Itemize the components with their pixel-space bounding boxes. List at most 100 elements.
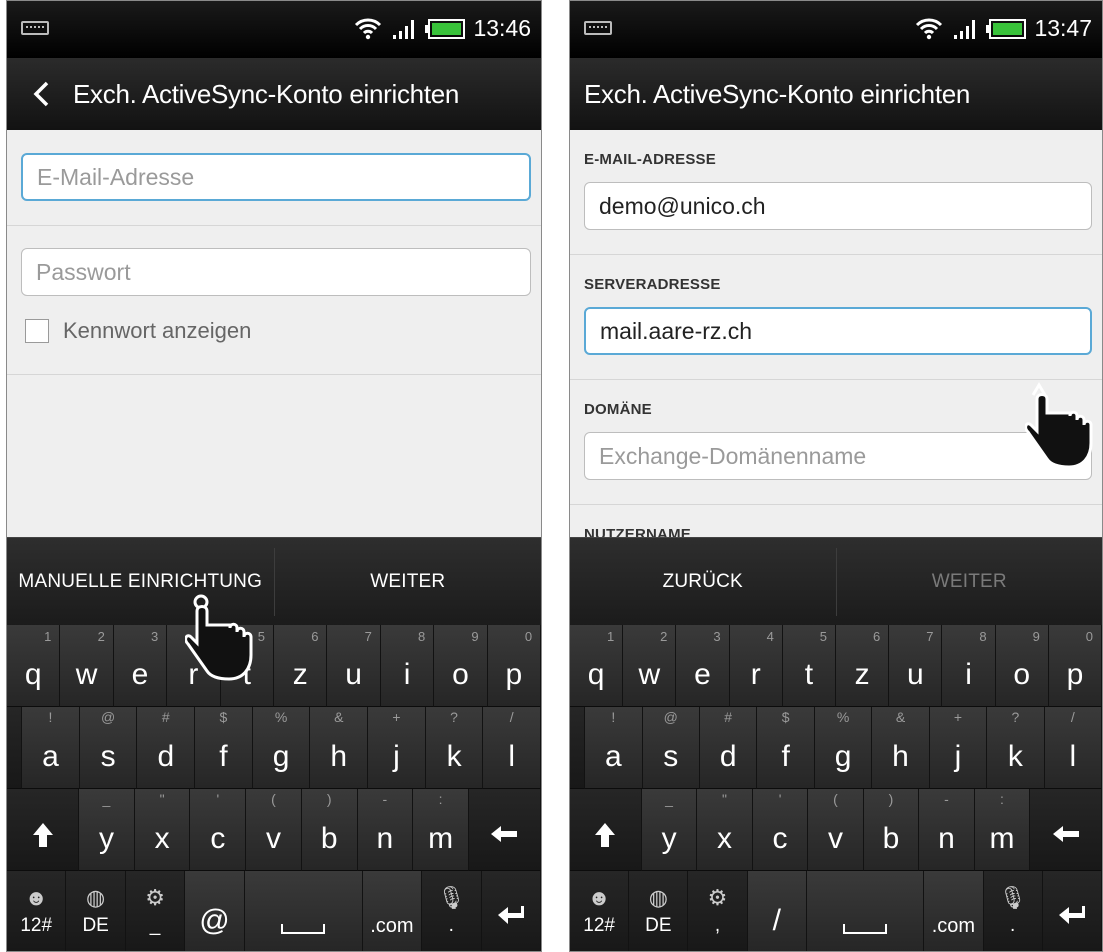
key-t[interactable]: 5t: [782, 625, 837, 707]
server-field[interactable]: mail.aare-rz.ch: [584, 307, 1092, 355]
shift-key[interactable]: [7, 789, 80, 871]
key-l[interactable]: / l: [483, 707, 541, 789]
key-x[interactable]: " x: [134, 789, 191, 871]
key-n[interactable]: -n: [357, 789, 414, 871]
keyboard-row-1: 1q 2w 3e 4r 5t 6z 7u 8i 9o 0p: [7, 625, 541, 707]
password-field[interactable]: Passwort: [21, 248, 531, 296]
key-u[interactable]: 7u: [889, 625, 943, 707]
key-c[interactable]: ' c: [190, 789, 247, 871]
key-q[interactable]: 1q: [7, 625, 61, 707]
key-y[interactable]: _ y: [641, 789, 698, 871]
keyboard-row-4: ☻ 12# ◍ DE ⚙ _ @ .com 🎙.: [7, 871, 541, 951]
key-dotcom[interactable]: .com: [362, 871, 423, 951]
email-field[interactable]: E-Mail-Adresse: [21, 153, 531, 201]
key-d[interactable]: # d: [137, 707, 196, 789]
key-c[interactable]: ' c: [752, 789, 809, 871]
key-w[interactable]: 2w: [623, 625, 677, 707]
key-k[interactable]: ? k: [425, 707, 484, 789]
keyboard-row-3: _ y " x ' c (v ) b -n :m: [7, 789, 541, 871]
next-button[interactable]: WEITER: [837, 538, 1103, 626]
key-m[interactable]: :m: [413, 789, 469, 871]
key-p[interactable]: 0p: [1048, 625, 1102, 707]
next-button[interactable]: WEITER: [275, 538, 542, 626]
space-key[interactable]: [244, 871, 363, 951]
enter-key[interactable]: [481, 871, 541, 951]
enter-key[interactable]: [1042, 871, 1102, 951]
key-s[interactable]: @ s: [79, 707, 138, 789]
show-password-checkbox[interactable]: [25, 319, 49, 343]
back-button[interactable]: ZURÜCK: [570, 538, 836, 626]
settings-key[interactable]: ⚙ _: [125, 871, 186, 951]
email-label: E-MAIL-ADRESSE: [584, 151, 716, 168]
key-y[interactable]: _ y: [79, 789, 135, 871]
globe-icon: ◍: [86, 884, 106, 910]
key-s[interactable]: @ s: [642, 707, 700, 789]
keyboard-row-1: 1q 2w 3e 4r 5t 6z 7u 8i 9o 0p: [570, 625, 1102, 707]
space-icon: [843, 924, 888, 934]
key-o[interactable]: 9o: [434, 625, 488, 707]
domain-field[interactable]: Exchange-Domänenname: [584, 432, 1092, 480]
key-p[interactable]: 0p: [487, 625, 541, 707]
shift-key[interactable]: [570, 789, 642, 871]
globe-icon: ◍: [648, 884, 668, 910]
key-a[interactable]: ! a: [22, 707, 80, 789]
keyboard-row-2: ! a @ s # d $ f % g & h + j ? k / l: [570, 707, 1102, 789]
key-r[interactable]: 4r: [729, 625, 783, 707]
key-o[interactable]: 9o: [995, 625, 1049, 707]
symbols-key[interactable]: ☻ 12#: [570, 871, 630, 951]
key-slash[interactable]: /: [747, 871, 807, 951]
key-v[interactable]: (v: [808, 789, 864, 871]
voice-key[interactable]: 🎙.: [983, 871, 1043, 951]
key-e[interactable]: 3e: [113, 625, 168, 707]
key-d[interactable]: # d: [699, 707, 758, 789]
key-n[interactable]: -n: [919, 789, 975, 871]
key-v[interactable]: (v: [246, 789, 302, 871]
key-g[interactable]: % g: [814, 707, 873, 789]
divider: [570, 254, 1102, 255]
show-password-row[interactable]: Kennwort anzeigen: [25, 318, 251, 344]
key-z[interactable]: 6z: [274, 625, 328, 707]
key-h[interactable]: & h: [310, 707, 369, 789]
smiley-icon: ☻: [24, 884, 48, 910]
backspace-key[interactable]: [1030, 789, 1102, 871]
key-at[interactable]: @: [185, 871, 245, 951]
keyboard: 1q 2w 3e 4r 5t 6z 7u 8i 9o 0p !a @s #d $…: [7, 625, 541, 951]
email-field[interactable]: demo@unico.ch: [584, 182, 1092, 230]
key-dotcom[interactable]: .com: [924, 871, 984, 951]
key-x[interactable]: " x: [697, 789, 753, 871]
domain-label: DOMÄNE: [584, 401, 652, 418]
key-k[interactable]: ? k: [987, 707, 1045, 789]
backspace-key[interactable]: [468, 789, 541, 871]
key-w[interactable]: 2w: [60, 625, 114, 707]
keyboard-row-4: ☻ 12# ◍ DE ⚙, / .com 🎙.: [570, 871, 1102, 951]
divider: [570, 504, 1102, 505]
key-j[interactable]: + j: [368, 707, 426, 789]
back-arrow-icon[interactable]: [29, 81, 55, 107]
key-f[interactable]: $ f: [195, 707, 253, 789]
voice-key[interactable]: 🎙.: [422, 871, 482, 951]
key-b[interactable]: ) b: [863, 789, 920, 871]
key-a[interactable]: ! a: [585, 707, 643, 789]
language-key[interactable]: ◍ DE: [629, 871, 689, 951]
key-g[interactable]: % g: [252, 707, 311, 789]
key-z[interactable]: 6z: [836, 625, 890, 707]
password-placeholder: Passwort: [36, 258, 131, 285]
key-e[interactable]: 3e: [676, 625, 730, 707]
key-m[interactable]: :m: [974, 789, 1031, 871]
key-f[interactable]: $ f: [757, 707, 815, 789]
signal-icon: [954, 19, 976, 39]
key-h[interactable]: & h: [872, 707, 930, 789]
space-key[interactable]: [806, 871, 925, 951]
key-u[interactable]: 7u: [327, 625, 381, 707]
language-key[interactable]: ◍ DE: [66, 871, 126, 951]
wifi-icon: [355, 18, 382, 39]
key-b[interactable]: ) b: [301, 789, 358, 871]
symbols-key[interactable]: ☻ 12#: [7, 871, 67, 951]
key-j[interactable]: + j: [929, 707, 988, 789]
key-l[interactable]: / l: [1044, 707, 1102, 789]
key-i[interactable]: 8i: [942, 625, 996, 707]
phone-left: 13:46 Exch. ActiveSync-Konto einrichten …: [6, 0, 542, 952]
key-q[interactable]: 1q: [570, 625, 624, 707]
key-i[interactable]: 8i: [380, 625, 435, 707]
settings-key[interactable]: ⚙,: [688, 871, 748, 951]
